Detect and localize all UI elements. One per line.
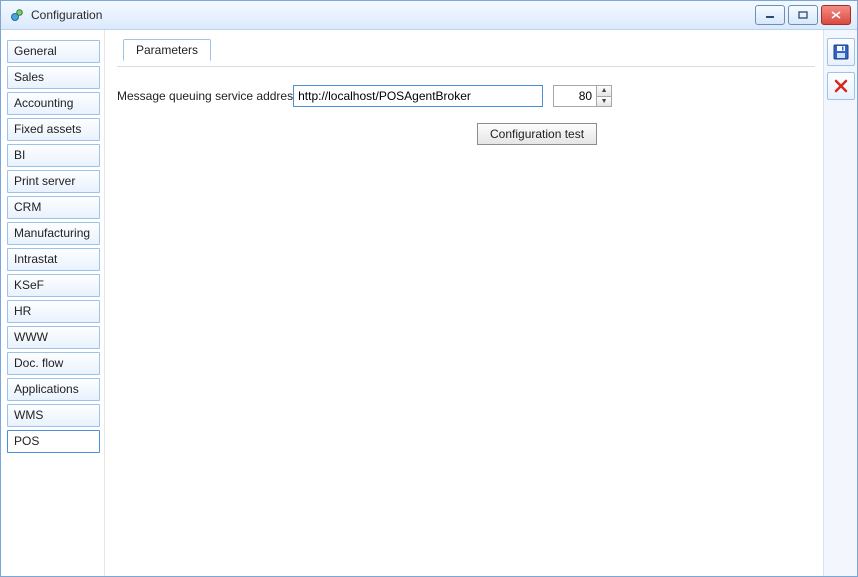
sidebar-item-crm[interactable]: CRM: [7, 196, 100, 219]
sidebar-item-label: Doc. flow: [14, 356, 63, 370]
sidebar-item-applications[interactable]: Applications: [7, 378, 100, 401]
port-spinner: ▲ ▼: [553, 85, 612, 107]
configuration-window: Configuration General Sal: [0, 0, 858, 577]
button-label: Configuration test: [490, 127, 584, 141]
main-panel: Parameters Message queuing service addre…: [105, 30, 823, 576]
save-button[interactable]: [827, 38, 855, 66]
sidebar-item-label: Sales: [14, 70, 44, 84]
gear-icon: [10, 8, 24, 22]
sidebar-item-label: WMS: [14, 408, 43, 422]
window-controls: [755, 5, 853, 25]
close-button[interactable]: [821, 5, 851, 25]
sidebar-item-pos[interactable]: POS: [7, 430, 100, 453]
sidebar-item-label: Intrastat: [14, 252, 57, 266]
sidebar-item-intrastat[interactable]: Intrastat: [7, 248, 100, 271]
sidebar-item-label: General: [14, 44, 57, 58]
configuration-test-button[interactable]: Configuration test: [477, 123, 597, 145]
config-test-row: Configuration test: [117, 123, 815, 145]
client-area: General Sales Accounting Fixed assets BI…: [1, 30, 857, 576]
sidebar-item-fixed-assets[interactable]: Fixed assets: [7, 118, 100, 141]
cancel-icon: [833, 78, 849, 94]
address-input[interactable]: [293, 85, 543, 107]
sidebar-item-label: Applications: [14, 382, 79, 396]
sidebar: General Sales Accounting Fixed assets BI…: [1, 30, 105, 576]
sidebar-item-label: WWW: [14, 330, 48, 344]
sidebar-item-ksef[interactable]: KSeF: [7, 274, 100, 297]
sidebar-item-doc-flow[interactable]: Doc. flow: [7, 352, 100, 375]
spinner-up-button[interactable]: ▲: [597, 86, 611, 97]
sidebar-item-label: POS: [14, 434, 39, 448]
maximize-button[interactable]: [788, 5, 818, 25]
address-label: Message queuing service addres: [117, 89, 293, 103]
minimize-button[interactable]: [755, 5, 785, 25]
titlebar: Configuration: [1, 1, 857, 30]
app-icon: [9, 7, 25, 23]
tab-parameters[interactable]: Parameters: [123, 39, 211, 61]
chevron-up-icon: ▲: [601, 87, 608, 94]
sidebar-item-manufacturing[interactable]: Manufacturing: [7, 222, 100, 245]
right-rail: [823, 30, 857, 576]
chevron-down-icon: ▼: [601, 98, 608, 105]
close-icon: [831, 11, 841, 19]
sidebar-item-accounting[interactable]: Accounting: [7, 92, 100, 115]
sidebar-item-www[interactable]: WWW: [7, 326, 100, 349]
sidebar-item-label: Manufacturing: [14, 226, 90, 240]
port-input[interactable]: [554, 86, 596, 106]
tab-body: Message queuing service addres ▲ ▼: [117, 66, 815, 145]
spinner-down-button[interactable]: ▼: [597, 97, 611, 107]
sidebar-item-print-server[interactable]: Print server: [7, 170, 100, 193]
cancel-button[interactable]: [827, 72, 855, 100]
sidebar-item-bi[interactable]: BI: [7, 144, 100, 167]
sidebar-item-label: Accounting: [14, 96, 73, 110]
minimize-icon: [765, 11, 775, 19]
window-title: Configuration: [31, 8, 102, 22]
sidebar-item-label: Fixed assets: [14, 122, 81, 136]
sidebar-item-general[interactable]: General: [7, 40, 100, 63]
sidebar-item-label: BI: [14, 148, 25, 162]
sidebar-item-label: HR: [14, 304, 31, 318]
sidebar-item-wms[interactable]: WMS: [7, 404, 100, 427]
sidebar-item-hr[interactable]: HR: [7, 300, 100, 323]
address-row: Message queuing service addres ▲ ▼: [117, 85, 815, 107]
save-icon: [833, 44, 849, 60]
sidebar-item-label: CRM: [14, 200, 41, 214]
tab-label: Parameters: [136, 43, 198, 57]
sidebar-item-label: Print server: [14, 174, 75, 188]
spinner-buttons: ▲ ▼: [596, 86, 611, 106]
tab-strip: Parameters: [117, 38, 815, 60]
sidebar-item-sales[interactable]: Sales: [7, 66, 100, 89]
maximize-icon: [798, 11, 808, 19]
sidebar-item-label: KSeF: [14, 278, 44, 292]
